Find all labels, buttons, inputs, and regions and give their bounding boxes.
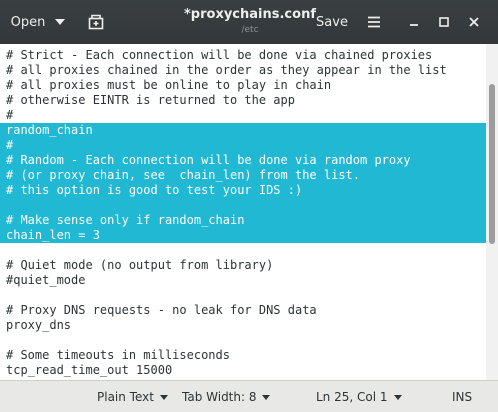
cursor-position: Ln 25, Col 1 bbox=[316, 381, 402, 412]
scrollbar-thumb[interactable] bbox=[489, 84, 495, 244]
code-line: # all proxies must be online to play in … bbox=[6, 78, 332, 92]
insert-mode-indicator: INS bbox=[452, 390, 473, 404]
save-button[interactable]: Save bbox=[310, 0, 354, 44]
code-line: # Some timeouts in milliseconds bbox=[6, 348, 230, 362]
open-button[interactable]: Open bbox=[6, 0, 70, 44]
code-line: random_chain bbox=[6, 123, 93, 137]
code-line: # bbox=[6, 108, 14, 122]
new-tab-button[interactable] bbox=[78, 0, 114, 44]
new-document-icon bbox=[88, 14, 104, 30]
close-icon bbox=[469, 17, 479, 27]
chevron-down-icon bbox=[393, 394, 402, 400]
code-line: chain_len = 3 bbox=[6, 228, 100, 242]
code-line: # Quiet mode (no output from library) bbox=[6, 258, 274, 272]
tab-width-selector[interactable]: Tab Width: 8 bbox=[182, 381, 271, 412]
minimize-button[interactable] bbox=[400, 0, 428, 44]
language-label: Plain Text bbox=[97, 390, 154, 404]
code-line: # Make sense only if random_chain bbox=[6, 213, 245, 227]
language-selector[interactable]: Plain Text bbox=[97, 381, 168, 412]
close-button[interactable] bbox=[460, 0, 488, 44]
gedit-window: Open *proxychains.conf /etc Save # Stric… bbox=[0, 0, 498, 412]
open-button-label: Open bbox=[10, 14, 46, 30]
tab-width-label: Tab Width: 8 bbox=[182, 390, 257, 404]
minimize-icon bbox=[410, 24, 418, 26]
code-line: # bbox=[6, 138, 14, 152]
code-line: tcp_read_time_out 15000 bbox=[6, 363, 173, 377]
status-bar: Plain Text Tab Width: 8 Ln 25, Col 1 INS bbox=[0, 380, 498, 412]
cursor-position-label: Ln 25, Col 1 bbox=[316, 390, 388, 404]
header-bar: Open *proxychains.conf /etc Save bbox=[0, 0, 498, 45]
code-line: # all proxies chained in the order as th… bbox=[6, 63, 447, 77]
code-line: # Strict - Each connection will be done … bbox=[6, 48, 433, 62]
maximize-button[interactable] bbox=[430, 0, 458, 44]
vertical-scrollbar[interactable] bbox=[486, 44, 498, 380]
hamburger-menu-icon bbox=[368, 16, 380, 28]
chevron-down-icon bbox=[55, 19, 66, 25]
code-line: # Proxy DNS requests - no leak for DNS d… bbox=[6, 303, 317, 317]
chevron-down-icon bbox=[159, 394, 168, 400]
code-line: #quiet_mode bbox=[6, 273, 86, 287]
code-line: # this option is good to test your IDS :… bbox=[6, 183, 303, 197]
chevron-down-icon bbox=[262, 394, 271, 400]
text-editor[interactable]: # # Strict - Each connection will be don… bbox=[0, 44, 486, 380]
code-line: proxy_dns bbox=[6, 318, 72, 332]
code-line: # (or proxy chain, see chain_len) from t… bbox=[6, 168, 361, 182]
menu-button[interactable] bbox=[360, 0, 388, 44]
code-line: # Random - Each connection will be done … bbox=[6, 153, 411, 167]
code-line: # otherwise EINTR is returned to the app bbox=[6, 93, 295, 107]
maximize-icon bbox=[439, 17, 449, 27]
